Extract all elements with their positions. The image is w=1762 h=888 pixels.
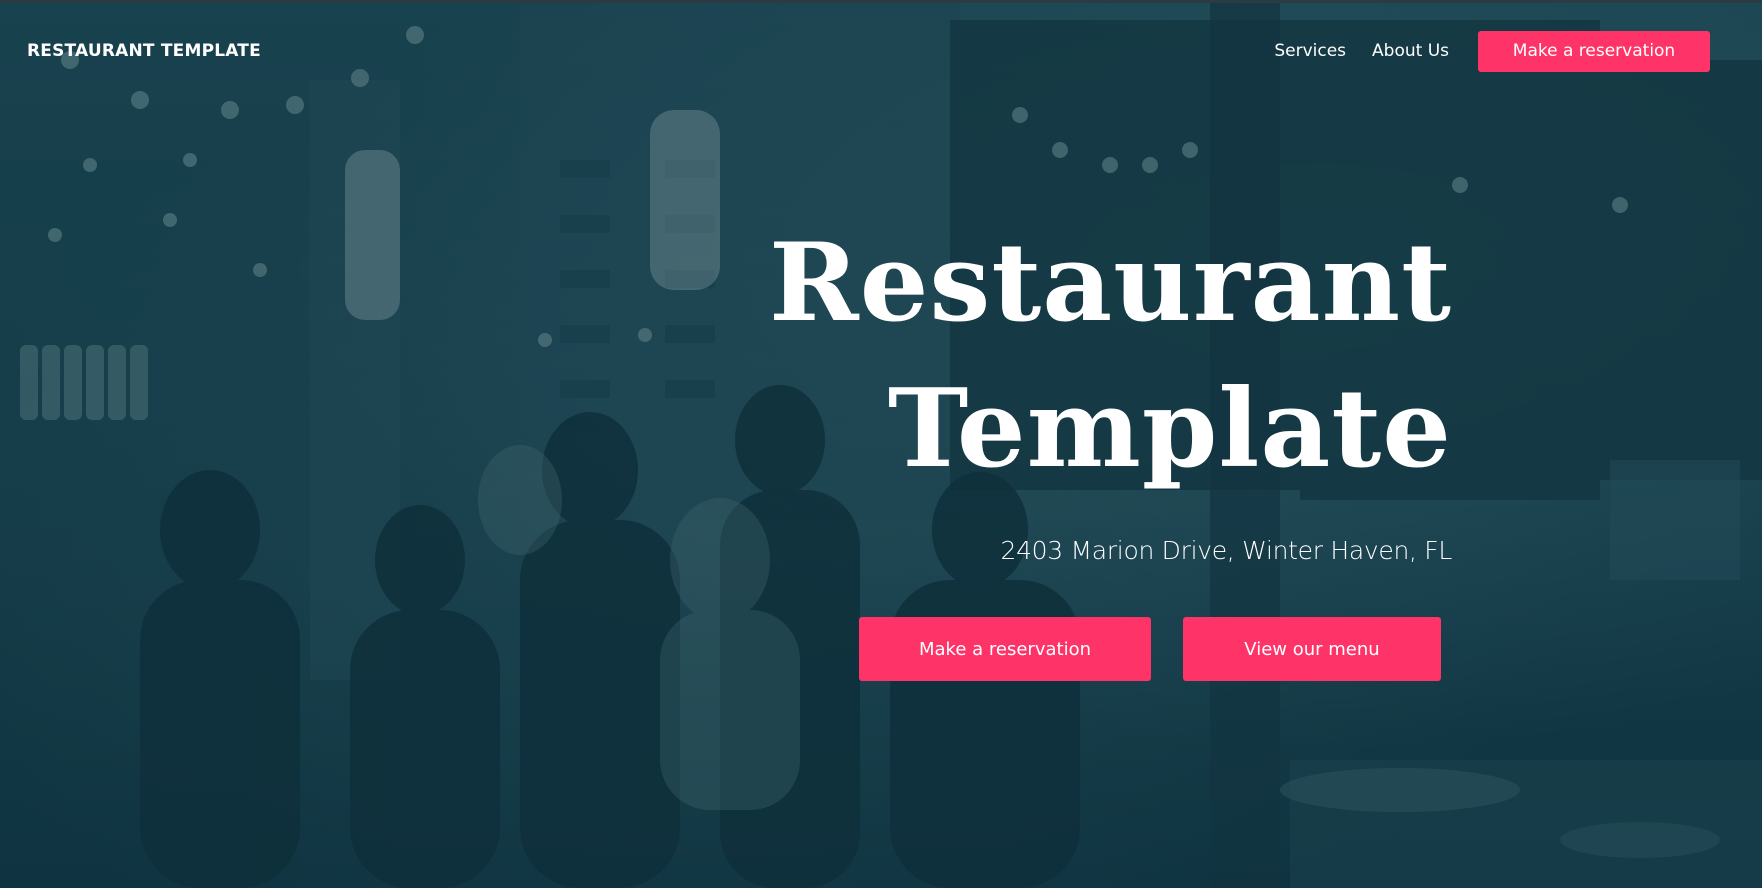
hero-content: Restaurant Template 2403 Marion Drive, W…: [732, 210, 1452, 565]
make-reservation-button[interactable]: Make a reservation: [859, 617, 1151, 681]
nav-menu: Services About Us Make a reservation: [1248, 30, 1710, 72]
main-navbar: RESTAURANT TEMPLATE Services About Us Ma…: [27, 28, 1710, 74]
hero-address: 2403 Marion Drive, Winter Haven, FL: [1000, 536, 1452, 565]
brand-logo[interactable]: RESTAURANT TEMPLATE: [27, 41, 261, 61]
view-menu-button[interactable]: View our menu: [1183, 617, 1441, 681]
hero-section: RESTAURANT TEMPLATE Services About Us Ma…: [0, 0, 1762, 888]
hero-title: Restaurant Template: [732, 210, 1452, 502]
top-border: [0, 0, 1762, 3]
nav-reservation-button[interactable]: Make a reservation: [1478, 30, 1710, 72]
hero-button-group: Make a reservation View our menu: [859, 617, 1441, 681]
hero-title-line-2: Template: [887, 366, 1452, 492]
hero-title-line-1: Restaurant: [769, 220, 1452, 346]
nav-link-services[interactable]: Services: [1274, 41, 1346, 61]
nav-link-about-us[interactable]: About Us: [1372, 41, 1449, 61]
